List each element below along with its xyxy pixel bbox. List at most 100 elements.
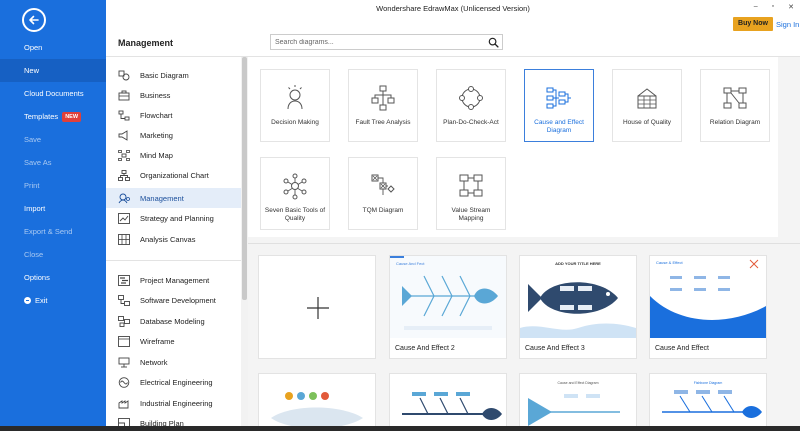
example-thumbnail: Fishbone Diagram	[650, 374, 766, 431]
taskbar	[0, 426, 800, 431]
strategy-icon	[118, 212, 130, 224]
category-database-modeling[interactable]: Database Modeling	[106, 311, 241, 331]
briefcase-icon	[118, 90, 130, 101]
category-industrial-engineering[interactable]: Industrial Engineering	[106, 393, 241, 413]
category-mind-map[interactable]: Mind Map	[106, 145, 241, 165]
example-card[interactable]	[258, 373, 376, 431]
database-icon	[118, 315, 130, 327]
example-card[interactable]: ADD YOUR TITLE HERE Cause And Effect 3	[519, 255, 637, 359]
search-icon[interactable]	[488, 37, 499, 48]
wireframe-icon	[118, 335, 130, 347]
close-window-button[interactable]: ✕	[788, 3, 794, 11]
category-management[interactable]: Management	[106, 188, 241, 208]
menu-close[interactable]: Close	[0, 243, 106, 266]
blank-template-card[interactable]	[258, 255, 376, 359]
industrial-icon	[118, 398, 130, 409]
pdca-icon	[459, 86, 483, 110]
buy-now-button[interactable]: Buy Now	[733, 17, 773, 31]
template-house-of-quality[interactable]: House of Quality	[612, 69, 682, 142]
menu-print[interactable]: Print	[0, 174, 106, 197]
new-badge: NEW	[62, 111, 82, 122]
example-thumbnail	[259, 374, 375, 431]
thumb-heading: Cause & Effect	[656, 260, 683, 265]
example-card[interactable]: Cause & Effect Cause And Effect	[649, 255, 767, 359]
backstage-sidebar: Open New Cloud Documents Templates NEW Sa…	[0, 0, 106, 431]
plus-icon	[307, 297, 329, 319]
menu-save[interactable]: Save	[0, 128, 106, 151]
template-decision-making[interactable]: Decision Making	[260, 69, 330, 142]
section-title: Management	[118, 38, 174, 48]
menu-templates[interactable]: Templates NEW	[0, 105, 106, 128]
template-fault-tree-analysis[interactable]: Fault Tree Analysis	[348, 69, 418, 142]
template-tqm-diagram[interactable]: TQM Diagram	[348, 157, 418, 230]
tqm-icon	[371, 174, 395, 195]
category-business[interactable]: Business	[106, 85, 241, 105]
template-plan-do-check-act[interactable]: Plan-Do-Check-Act	[436, 69, 506, 142]
electrical-icon	[118, 376, 130, 388]
category-flowchart[interactable]: Flowchart	[106, 105, 241, 125]
thumb-heading: Fishbone Diagram	[694, 381, 723, 385]
cause-effect-thumbnail: Cause & Effect	[650, 256, 766, 338]
thumb-heading: Cause and Effect Diagram	[558, 381, 599, 385]
house-quality-icon	[637, 88, 657, 109]
category-scrollbar[interactable]	[241, 57, 248, 431]
search-box	[270, 34, 503, 50]
category-marketing[interactable]: Marketing	[106, 125, 241, 145]
category-basic-diagram[interactable]: Basic Diagram	[106, 65, 241, 85]
menu-cloud-documents[interactable]: Cloud Documents	[0, 82, 106, 105]
category-analysis-canvas[interactable]: Analysis Canvas	[106, 229, 241, 249]
search-input[interactable]	[271, 35, 481, 49]
value-stream-icon	[459, 174, 483, 197]
menu-save-as[interactable]: Save As	[0, 151, 106, 174]
category-software-development[interactable]: Software Development	[106, 290, 241, 310]
example-card[interactable]: Cause and Effect Diagram	[519, 373, 637, 431]
back-button[interactable]	[22, 8, 46, 32]
marketing-icon	[118, 129, 130, 141]
menu-export-send[interactable]: Export & Send	[0, 220, 106, 243]
example-card[interactable]: Fishbone Diagram	[649, 373, 767, 431]
cause-effect-3-thumbnail: ADD YOUR TITLE HERE	[520, 256, 636, 338]
maximize-button[interactable]: ▫	[772, 3, 774, 11]
category-network[interactable]: Network	[106, 352, 241, 372]
category-project-management[interactable]: Project Management	[106, 270, 241, 290]
menu-new[interactable]: New	[0, 59, 106, 82]
gantt-icon	[118, 274, 130, 286]
section-divider	[248, 243, 800, 244]
fault-tree-icon	[371, 85, 395, 111]
category-wireframe[interactable]: Wireframe	[106, 331, 241, 351]
window-controls: – ▫ ✕	[754, 3, 794, 11]
thumb-heading: ADD YOUR TITLE HERE	[555, 261, 601, 266]
menu-open[interactable]: Open	[0, 36, 106, 59]
example-thumbnail	[390, 374, 506, 431]
category-divider	[106, 260, 241, 261]
decision-making-icon	[287, 85, 303, 110]
sign-in-link[interactable]: Sign In	[776, 20, 799, 29]
seven-tools-icon	[283, 173, 307, 200]
example-card[interactable]: Cause And Fect Cause And Effect 2	[389, 255, 507, 359]
exit-icon	[24, 297, 31, 304]
title-bar: Wondershare EdrawMax (Unlicensed Version…	[106, 0, 800, 18]
flowchart-icon	[118, 110, 130, 121]
example-thumbnail: Cause and Effect Diagram	[520, 374, 636, 431]
template-relation-diagram[interactable]: Relation Diagram	[700, 69, 770, 142]
orgchart-icon	[118, 169, 130, 181]
template-seven-basic-tools[interactable]: Seven Basic Tools of Quality	[260, 157, 330, 230]
category-organizational-chart[interactable]: Organizational Chart	[106, 165, 241, 185]
menu-exit[interactable]: Exit	[0, 289, 106, 312]
menu-options[interactable]: Options	[0, 266, 106, 289]
shapes-icon	[118, 70, 130, 81]
management-icon	[118, 193, 130, 204]
template-value-stream-mapping[interactable]: Value Stream Mapping	[436, 157, 506, 230]
software-icon	[118, 294, 130, 306]
menu-import[interactable]: Import	[0, 197, 106, 220]
window-title: Wondershare EdrawMax (Unlicensed Version…	[376, 4, 530, 13]
backstage-menu: Open New Cloud Documents Templates NEW Sa…	[0, 36, 106, 312]
category-electrical-engineering[interactable]: Electrical Engineering	[106, 372, 241, 392]
template-cause-and-effect-diagram[interactable]: Cause and Effect Diagram	[524, 69, 594, 142]
category-strategy-and-planning[interactable]: Strategy and Planning	[106, 208, 241, 228]
example-card[interactable]	[389, 373, 507, 431]
relation-diagram-icon	[723, 87, 747, 109]
minimize-button[interactable]: –	[754, 3, 758, 11]
scrollbar-thumb[interactable]	[242, 57, 247, 300]
category-list: Basic Diagram Business Flowchart Marketi…	[106, 57, 241, 431]
